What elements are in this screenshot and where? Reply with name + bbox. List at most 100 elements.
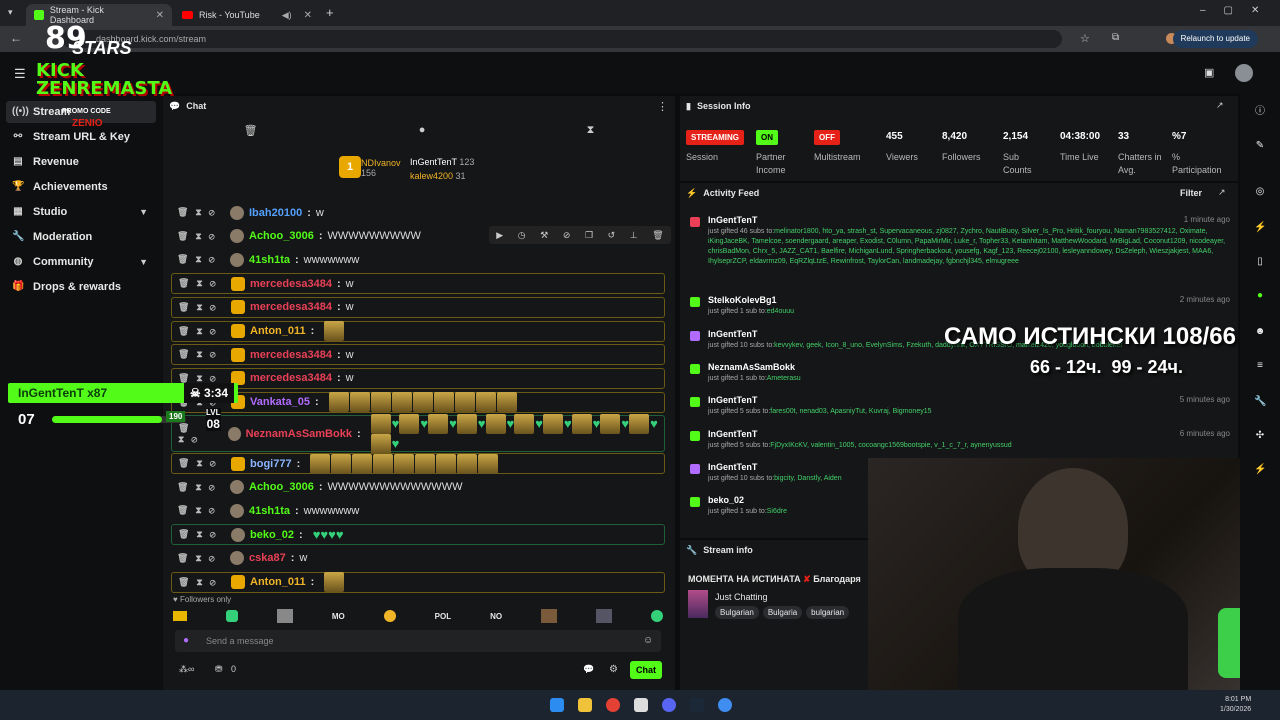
chat-username[interactable]: mercedesa3484 [250,349,332,361]
chat-message[interactable]: 🗑⧗⊘ 41sh1ta: wwwwwww [171,500,665,521]
chat-message[interactable]: 🗑⧗⊘ cska87: w [171,548,665,569]
chat-username[interactable]: Anton_011 [250,576,306,588]
mod-actions-icons[interactable]: 🗑⧗⊘ [178,302,226,313]
connections-icon[interactable]: ⁂∞ [179,664,194,674]
menu-icon[interactable]: ☰ [14,66,26,82]
off-badge[interactable]: OFF [814,130,840,145]
chat-message[interactable]: 🗑⧗⊘ Achoo_3006: WWWWWWWWWWWWW [171,477,665,498]
emote-icon[interactable] [595,609,612,623]
mod-actions-icons[interactable]: 🗑⧗⊘ [178,326,226,337]
emote-icon[interactable] [541,609,558,623]
close-icon[interactable]: ✕ [156,10,164,21]
bookmark-star-icon[interactable]: ☆ [1080,32,1090,45]
mod-actions-icons[interactable]: 🗑⧗⊘ [177,482,225,493]
info-icon[interactable]: ⓘ [1254,106,1266,118]
mod-actions-icons[interactable]: 🗑⧗⊘ [178,278,226,289]
emote-icon[interactable] [383,610,396,622]
emote-icon[interactable] [276,609,293,623]
app-icon[interactable] [718,698,732,712]
trash-icon[interactable]: 🗑 [652,230,663,241]
file-explorer-icon[interactable] [578,698,592,712]
chat-message[interactable]: 🗑⧗⊘ Ibah20100: w [171,202,665,223]
user-icon[interactable]: ☻ [1254,326,1266,338]
trash-icon[interactable]: 🗑 [244,124,258,144]
chat-message[interactable]: 🗑⧗⊘ Anton_011: [171,320,665,342]
chat-username[interactable]: Achoo_3006 [249,481,314,493]
wrench-icon[interactable]: 🔧 [1254,396,1266,408]
taskbar-clock[interactable]: 8:01 PM 1/30/2026 [1220,695,1251,715]
steam-icon[interactable] [690,698,704,712]
activity-user[interactable]: StelkoKolevBg1 [708,295,1230,305]
back-icon[interactable]: ← [10,31,22,45]
chat-message[interactable]: 🗑⧗⊘Vankata_05: [171,391,665,413]
chat-username[interactable]: mercedesa3484 [250,372,332,384]
mod-actions-icons[interactable]: 🗑⧗⊘ [177,254,225,265]
store-icon[interactable] [634,698,648,712]
chat-username[interactable]: beko_02 [250,529,294,541]
address-bar[interactable]: dashboard.kick.com/stream [62,30,1062,48]
undo-icon[interactable]: ↺ [608,230,616,241]
chat-username[interactable]: Achoo_3006 [249,230,314,242]
emote-icon[interactable]: ● [419,124,426,144]
camera-icon[interactable]: ◎ [1254,186,1266,198]
play-icon[interactable]: ▶ [496,230,503,241]
chat-username[interactable]: Vankata_05 [250,396,310,408]
activity-user[interactable]: InGentTenT [708,429,1230,439]
emote-icon[interactable] [173,611,187,621]
popout-icon[interactable]: ↗ [1218,187,1226,198]
emote-code[interactable]: POL [435,612,451,621]
chrome-icon[interactable] [606,698,620,712]
avatar[interactable] [1235,64,1253,82]
emote-code[interactable]: NO [490,612,502,621]
discord-icon[interactable] [662,698,676,712]
chat-username[interactable]: Ibah20100 [249,207,302,219]
extensions-icon[interactable]: ⧉ [1112,32,1119,43]
layers-icon[interactable]: ≡ [1254,360,1266,372]
chat-username[interactable]: bogi777 [250,458,292,470]
mod-actions-icons[interactable]: 🗑⧗⊘ [177,207,225,218]
chat-username[interactable]: 41sh1ta [249,254,290,266]
activity-user[interactable]: InGentTenT [708,395,1230,405]
chat-message[interactable]: 🗑⧗⊘ mercedesa3484: w [171,367,665,389]
chat-username[interactable]: mercedesa3484 [250,278,332,290]
mod-actions-icons[interactable]: 🗑⧗⊘ [178,577,226,588]
tag-chip[interactable]: Bulgaria [762,606,803,619]
new-tab-button[interactable]: + [326,5,334,20]
sidebar-item-drops[interactable]: 🎁 Drops & rewards [6,276,156,298]
windows-start-icon[interactable] [550,698,564,712]
close-icon[interactable]: ✕ [304,10,312,21]
on-badge[interactable]: ON [756,130,778,145]
mod-actions-icons[interactable]: 🗑⧗⊘ [177,231,225,242]
timer-icon[interactable]: ⧗ [587,124,595,144]
mod-actions-icons[interactable]: 🗑⧗⊘ [178,458,226,469]
settings-icon[interactable]: ✣ [1254,430,1266,442]
mod-actions-icons[interactable]: 🗑⧗⊘ [178,349,226,360]
send-chat-button[interactable]: Chat [630,661,662,679]
chat-message[interactable]: 🗑⧗⊘ 41sh1ta: wwwwwww [171,249,665,270]
chat-message[interactable]: 🗑⧗⊘ bogi777: [171,453,665,474]
sidebar-item-revenue[interactable]: ▤ Revenue [6,151,156,173]
more-options-icon[interactable]: ⋮ [657,100,668,113]
chat-message[interactable]: 🗑⧗⊘ NeznamAsSamBokk: ♥ ♥ ♥ ♥ ♥ ♥ ♥ ♥ ♥ ♥ ♥ [171,413,665,454]
chat-username[interactable]: Anton_011 [250,325,306,337]
copy-icon[interactable]: ❐ [585,230,593,241]
sidebar-item-achievements[interactable]: 🏆 Achievements [6,176,156,198]
mod-actions-icons[interactable]: 🗑⧗⊘ [177,505,225,516]
emote-icon[interactable] [225,610,238,622]
chat-username[interactable]: cska87 [249,552,286,564]
smiley-icon[interactable]: ☺ [643,635,653,646]
tab-youtube[interactable]: Risk - YouTube ◀) ✕ [174,4,320,26]
sidebar-item-studio[interactable]: ▦ Studio ▼ [6,201,156,223]
gear-icon[interactable]: ⚙ [609,664,618,675]
chat-message[interactable]: 🗑⧗⊘ beko_02: ♥ ♥ ♥ ♥ [171,524,665,546]
tag-chip[interactable]: bulgarian [806,606,850,619]
camera-icon[interactable]: ▣ [1204,66,1214,79]
pin-icon[interactable]: ⊥ [630,230,638,241]
window-controls[interactable]: –▢✕ [1200,5,1277,16]
ban-icon[interactable]: ⊘ [563,230,571,241]
sidebar-item-community[interactable]: ◍ Community ▼ [6,251,156,273]
mod-actions-icons[interactable]: 🗑⧗⊘ [177,553,225,564]
sidebar-item-moderation[interactable]: 🔧 Moderation [6,226,156,248]
emote-code[interactable]: MO [332,612,345,621]
gavel-icon[interactable]: ⚒ [540,230,548,241]
